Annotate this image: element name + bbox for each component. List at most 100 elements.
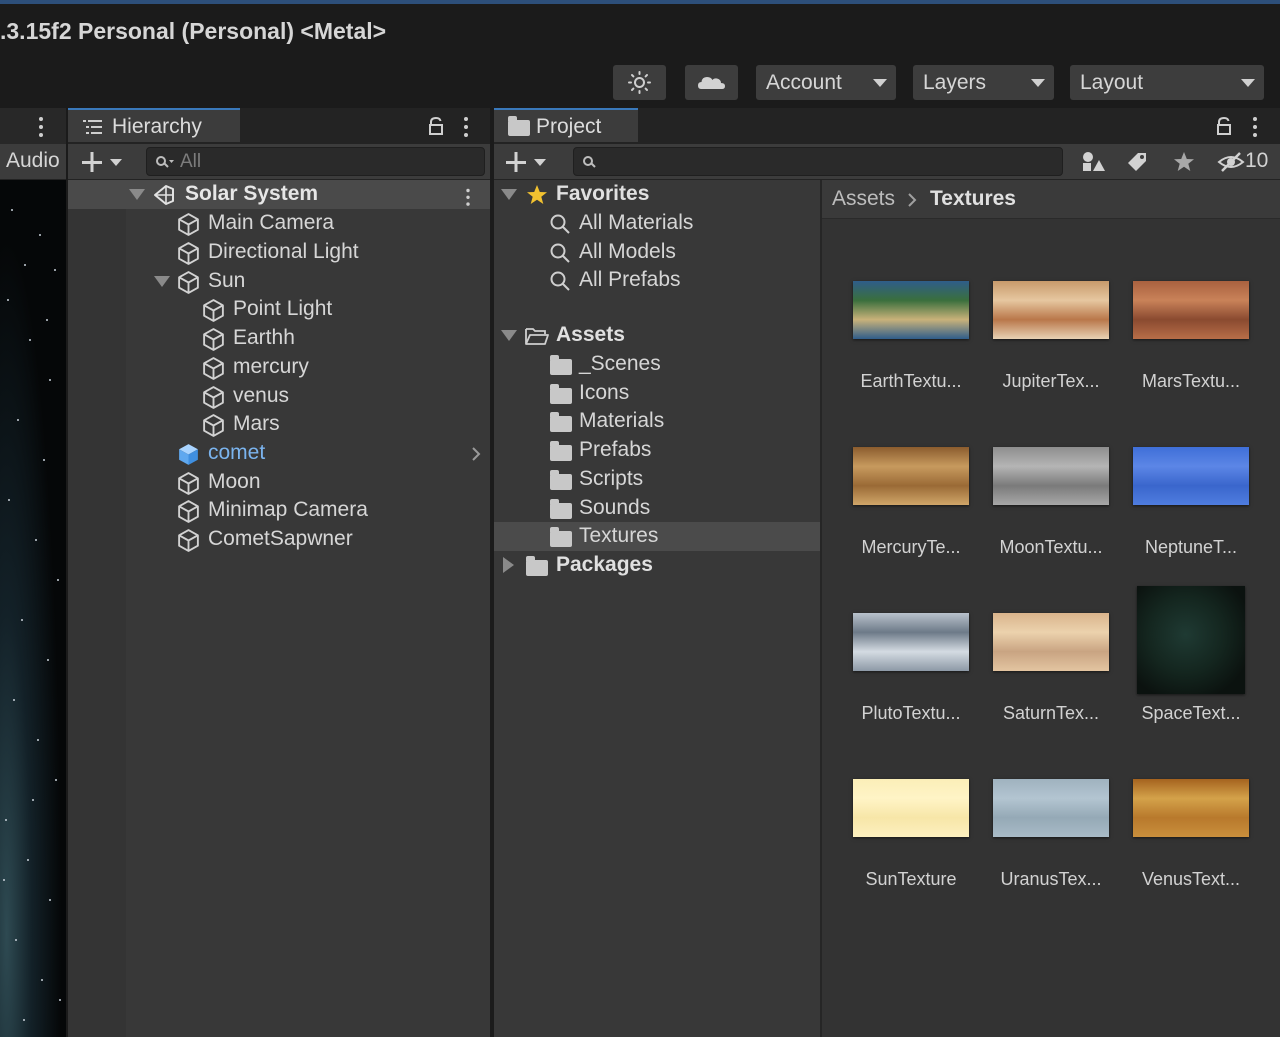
tree-folder[interactable]: Sounds [494,494,820,523]
hierarchy-item[interactable]: Main Camera [68,209,490,238]
chevron-right-icon [908,193,917,207]
hierarchy-panel: Hierarchy All Solar System Main Camera D… [68,108,490,1037]
hierarchy-item[interactable]: Earthh [68,324,490,353]
expand-triangle-icon[interactable] [501,330,517,341]
tree-favorites[interactable]: Favorites [494,180,820,209]
texture-asset-item[interactable]: UranusTex... [976,752,1126,892]
tab-project[interactable]: Project [494,108,638,142]
tree-folder-label: Materials [579,409,665,432]
hierarchy-search-input[interactable]: All [146,147,485,176]
texture-thumbnail-image [1137,586,1245,694]
list-icon [83,120,102,134]
texture-asset-item[interactable]: MarsTextu... [1116,254,1266,394]
texture-asset-item[interactable]: SunTexture [836,752,986,892]
account-dropdown[interactable]: Account [756,65,896,100]
layers-dropdown[interactable]: Layers [913,65,1054,100]
services-button[interactable] [613,65,666,100]
project-search-input[interactable] [573,147,1063,176]
layout-dropdown[interactable]: Layout [1070,65,1264,100]
hierarchy-subbar: All [68,144,490,180]
texture-asset-label: MercuryTe... [861,537,961,557]
tree-assets[interactable]: Assets [494,321,820,350]
texture-asset-item[interactable]: MercuryTe... [836,420,986,560]
more-options-icon[interactable] [466,188,470,209]
hierarchy-item-label: Moon [208,470,261,493]
folder-icon [550,441,572,461]
more-options-icon[interactable] [464,117,468,141]
texture-thumbnail-image [993,281,1109,339]
tree-folder[interactable]: _Scenes [494,350,820,379]
texture-asset-item[interactable]: JupiterTex... [976,254,1126,394]
scene-viewport[interactable] [0,180,66,1037]
collapsed-triangle-icon[interactable] [503,557,514,573]
texture-asset-label: PlutoTextu... [861,703,961,723]
expand-triangle-icon[interactable] [501,189,517,200]
hierarchy-item[interactable]: Sun [68,267,490,296]
tree-folder[interactable]: Scripts [494,465,820,494]
title-bar: .3.15f2 Personal (Personal) <Metal> [0,0,1280,56]
hierarchy-item[interactable]: CometSapwner [68,525,490,554]
scene-panel-subbar: Audio [0,144,66,180]
tree-favorite-item[interactable]: All Models [494,238,820,267]
favorite-star-icon[interactable] [1172,150,1196,174]
hierarchy-item-label: Mars [233,412,280,435]
folder-icon [508,116,530,136]
more-options-icon[interactable] [39,117,43,141]
breadcrumb-textures[interactable]: Textures [930,187,1016,211]
tree-favorites-label: Favorites [556,182,650,205]
texture-asset-item[interactable]: EarthTextu... [836,254,986,394]
favorite-star-icon [527,185,547,204]
lock-icon[interactable] [1215,116,1233,136]
tree-folder[interactable]: Materials [494,407,820,436]
hierarchy-item[interactable]: venus [68,382,490,411]
hierarchy-item[interactable]: Directional Light [68,238,490,267]
search-by-type-icon[interactable] [1079,150,1105,174]
tree-folder[interactable]: Icons [494,379,820,408]
tree-favorite-label: All Models [579,240,676,263]
tab-hierarchy[interactable]: Hierarchy [68,108,240,142]
folder-icon [550,384,572,404]
texture-asset-item[interactable]: SaturnTex... [976,586,1126,726]
gameobject-cube-icon [178,271,199,294]
texture-asset-item[interactable]: MoonTextu... [976,420,1126,560]
hierarchy-root-label: Solar System [185,182,319,205]
hidden-packages-icon[interactable] [1217,150,1245,174]
texture-thumbnail-image [1133,447,1249,505]
label-tag-icon[interactable] [1125,150,1149,174]
hierarchy-item[interactable]: Minimap Camera [68,496,490,525]
audio-toggle[interactable]: Audio [6,149,60,173]
add-create-icon[interactable] [504,150,550,174]
hierarchy-item[interactable]: mercury [68,353,490,382]
hierarchy-item[interactable]: Mars [68,410,490,439]
project-filter-buttons: 10 [1069,144,1280,179]
texture-thumbnail-image [993,613,1109,671]
hierarchy-item[interactable]: Point Light [68,295,490,324]
hierarchy-root-row[interactable]: Solar System [68,180,490,209]
scene-panel-tabbar [0,108,66,144]
texture-asset-item[interactable]: SpaceText... [1116,586,1266,726]
hierarchy-item[interactable]: Moon [68,468,490,497]
tree-folder[interactable]: Prefabs [494,436,820,465]
more-options-icon[interactable] [1253,117,1257,141]
add-create-icon[interactable] [80,150,126,174]
expand-triangle-icon[interactable] [154,276,170,287]
hierarchy-item-prefab[interactable]: comet [68,439,490,468]
expand-triangle-icon[interactable] [129,189,145,200]
tree-favorite-item[interactable]: All Materials [494,209,820,238]
hierarchy-item-label: comet [208,441,266,464]
cloud-button[interactable] [685,65,738,100]
texture-asset-item[interactable]: NeptuneT... [1116,420,1266,560]
gameobject-cube-icon [178,213,199,236]
texture-asset-item[interactable]: PlutoTextu... [836,586,986,726]
hidden-packages-count: 10 [1245,149,1269,172]
project-folder-tree: Favorites All Materials All Models All P… [494,180,822,1037]
tree-folder-label: _Scenes [579,352,661,375]
tree-folder-selected[interactable]: Textures [494,522,820,551]
tree-favorite-item[interactable]: All Prefabs [494,266,820,295]
chevron-down-icon [1241,79,1255,87]
tree-packages[interactable]: Packages [494,551,820,580]
texture-asset-item[interactable]: VenusText... [1116,752,1266,892]
lock-icon[interactable] [427,116,445,136]
breadcrumb-assets[interactable]: Assets [832,187,895,211]
chevron-right-icon[interactable] [469,446,483,462]
